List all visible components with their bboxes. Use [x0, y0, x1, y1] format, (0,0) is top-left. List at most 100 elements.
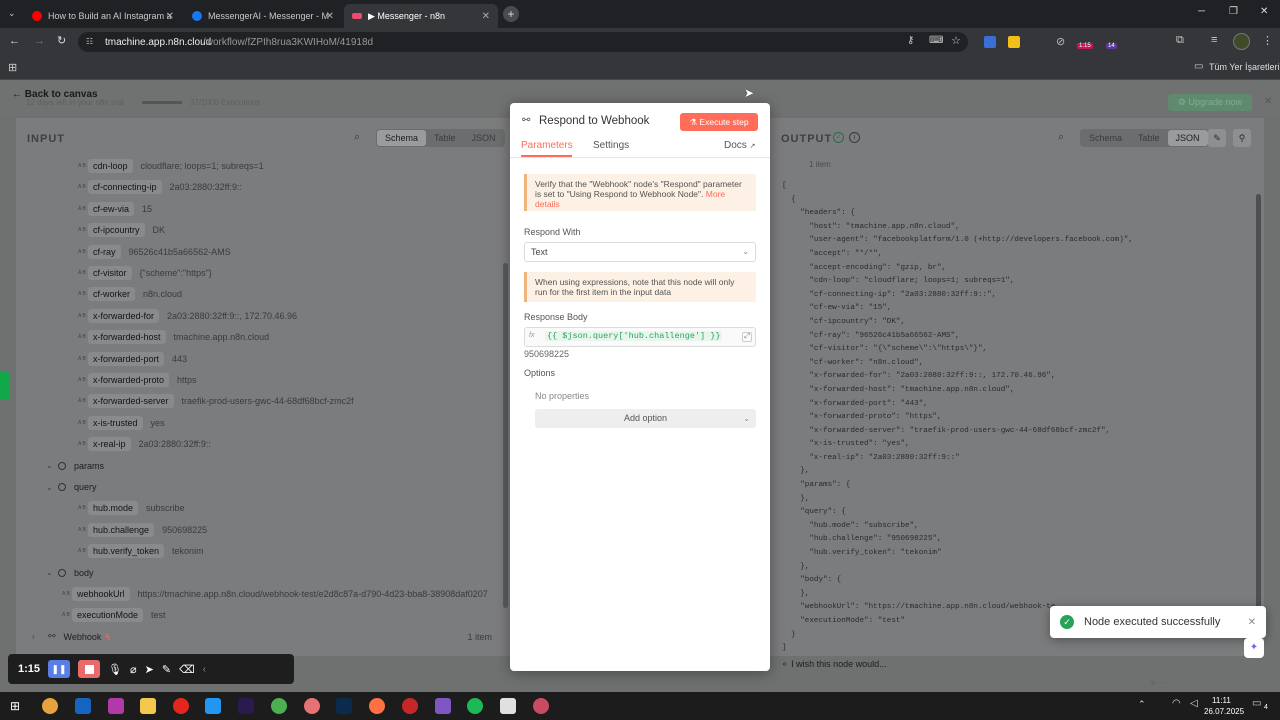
- schema-field-row[interactable]: A Bcf-ew-via 15: [78, 199, 152, 219]
- schema-field-row[interactable]: A Bcf-ray 96526c41b5a66562-AMS: [78, 242, 231, 262]
- schema-object-row-body[interactable]: ⌄ body: [46, 563, 94, 583]
- tab-table[interactable]: Table: [1130, 130, 1168, 146]
- field-key[interactable]: hub.mode: [88, 501, 139, 516]
- side-tab-icon[interactable]: [0, 372, 10, 400]
- response-body-input[interactable]: fx {{ $json.query['hub.challenge'] }} ⤢: [524, 327, 756, 347]
- reading-list-icon[interactable]: ≡: [1211, 34, 1217, 46]
- apps-grid-icon[interactable]: ⊞: [8, 61, 17, 74]
- chevron-right-icon[interactable]: ›: [32, 632, 44, 641]
- clear-execution-link[interactable]: ⊘ ⋯: [1150, 679, 1165, 687]
- tab-schema[interactable]: Schema: [1081, 130, 1130, 146]
- stop-button[interactable]: [78, 660, 101, 678]
- info-icon[interactable]: i: [849, 132, 860, 143]
- field-key[interactable]: x-is-trusted: [88, 415, 143, 430]
- chrome-active-icon[interactable]: [533, 698, 549, 714]
- star-icon[interactable]: ☆: [951, 34, 961, 47]
- opera-gx-icon[interactable]: [402, 698, 418, 714]
- close-icon[interactable]: ✕: [482, 11, 490, 22]
- feedback-link[interactable]: ⚬ I wish this node would...: [781, 659, 887, 670]
- field-key[interactable]: x-forwarded-port: [88, 351, 165, 366]
- clock-time[interactable]: 11:11: [1212, 696, 1231, 705]
- edit-pencil-icon[interactable]: ✎: [1208, 129, 1226, 147]
- field-key[interactable]: x-forwarded-proto: [88, 373, 170, 387]
- forward-arrow-icon[interactable]: →: [34, 35, 45, 47]
- file-explorer-icon[interactable]: [140, 698, 156, 714]
- tab-json[interactable]: JSON: [464, 130, 504, 146]
- close-window-button[interactable]: ✕: [1260, 6, 1268, 17]
- all-bookmarks-link[interactable]: Tüm Yer İşaretleri: [1209, 62, 1280, 72]
- field-key[interactable]: x-real-ip: [88, 437, 131, 452]
- schema-field-row[interactable]: A Bx-forwarded-server traefik-prod-users-…: [78, 391, 354, 411]
- clock-date[interactable]: 26.07.2025: [1204, 707, 1244, 716]
- respond-with-select[interactable]: Text ⌄: [524, 242, 756, 262]
- tab-settings[interactable]: Settings: [593, 140, 629, 151]
- browser-tab-n8n[interactable]: ▶ Messenger - n8n ✕: [344, 4, 498, 28]
- schema-field-row[interactable]: A Bx-forwarded-proto https: [78, 370, 197, 390]
- schema-field-row[interactable]: A Bcf-worker n8n.cloud: [78, 284, 182, 304]
- extension-badge[interactable]: 1:15: [1077, 43, 1093, 49]
- field-key[interactable]: cf-ray: [88, 244, 121, 259]
- eraser-icon[interactable]: ⌫: [179, 663, 195, 676]
- opera-icon[interactable]: [173, 698, 189, 714]
- cursor-icon[interactable]: ➤: [145, 663, 154, 676]
- minimize-button[interactable]: ─: [1198, 6, 1205, 17]
- tab-parameters[interactable]: Parameters: [521, 140, 573, 151]
- search-icon[interactable]: ⌕: [354, 131, 360, 144]
- search-icon[interactable]: ⌕: [1058, 131, 1064, 144]
- volume-icon[interactable]: ◁: [1190, 698, 1198, 709]
- back-arrow-icon[interactable]: ←: [9, 35, 20, 47]
- field-key[interactable]: cdn-loop: [88, 159, 133, 173]
- restore-button[interactable]: ❐: [1229, 6, 1238, 17]
- add-option-select[interactable]: Add option ⌄: [535, 409, 756, 428]
- schema-field-row[interactable]: A Bhub.mode subscribe: [78, 498, 185, 518]
- windows-start-icon[interactable]: ⊞: [10, 699, 20, 713]
- schema-field-row[interactable]: A Bx-real-ip 2a03:2880:32ff:9::: [78, 434, 211, 454]
- app-icon[interactable]: [108, 698, 124, 714]
- profile-avatar[interactable]: [1233, 33, 1250, 50]
- field-key[interactable]: cf-ew-via: [88, 201, 135, 216]
- pause-button[interactable]: ❚❚: [48, 660, 71, 678]
- field-key[interactable]: cf-ipcountry: [88, 223, 145, 238]
- chrome-icon[interactable]: [271, 698, 287, 714]
- visual-studio-icon[interactable]: [435, 698, 451, 714]
- schema-field-row[interactable]: A Bcf-ipcountry DK: [78, 220, 165, 240]
- field-key[interactable]: hub.verify_token: [88, 544, 165, 559]
- field-key[interactable]: x-forwarded-for: [88, 308, 160, 323]
- scrollbar[interactable]: [503, 263, 508, 608]
- mic-off-icon[interactable]: 🎙: [108, 663, 122, 676]
- field-key[interactable]: webhookUrl: [72, 587, 130, 601]
- extension-badge[interactable]: 14: [1106, 43, 1117, 49]
- close-icon[interactable]: ✕: [1264, 96, 1272, 107]
- ai-assistant-icon[interactable]: ✦: [1244, 638, 1264, 658]
- expand-icon[interactable]: ⤢: [742, 332, 752, 342]
- notepad-icon[interactable]: [500, 698, 516, 714]
- field-key[interactable]: hub.challenge: [88, 522, 155, 537]
- pen-icon[interactable]: ✎: [162, 663, 171, 676]
- scrollbar[interactable]: [1256, 194, 1261, 646]
- tab-json[interactable]: JSON: [1167, 130, 1208, 146]
- extension-icon[interactable]: [1008, 36, 1020, 48]
- schema-field-row[interactable]: A Bcdn-loop cloudflare; loops=1; subreqs=…: [78, 156, 264, 176]
- tab-search-chevron-icon[interactable]: ⌄: [8, 8, 16, 19]
- notification-icon[interactable]: ▭: [1252, 698, 1261, 709]
- collapse-chevron-icon[interactable]: ‹: [203, 664, 206, 675]
- schema-field-row[interactable]: A Bhub.challenge 950698225: [78, 520, 207, 540]
- execute-step-button[interactable]: ⚗ Execute step: [680, 113, 758, 131]
- firefox-icon[interactable]: [369, 698, 385, 714]
- schema-field-row[interactable]: A Bcf-visitor {"scheme":"https"}: [78, 263, 212, 283]
- schema-field-row[interactable]: A Bcf-connecting-ip 2a03:2880:32ff:9::: [78, 177, 242, 197]
- schema-field-row[interactable]: A Bhub.verify_token tekonim: [78, 541, 204, 561]
- tab-table[interactable]: Table: [426, 130, 464, 146]
- password-key-icon[interactable]: ⚷: [907, 35, 914, 46]
- menu-dots-icon[interactable]: ⋮: [1262, 34, 1273, 47]
- schema-object-row-params[interactable]: ⌄ params: [46, 456, 104, 476]
- tab-schema[interactable]: Schema: [377, 130, 427, 146]
- schema-field-row[interactable]: A BexecutionMode test: [62, 605, 166, 625]
- photoshop-icon[interactable]: [336, 698, 352, 714]
- vscode-icon[interactable]: [205, 698, 221, 714]
- outlook-icon[interactable]: [75, 698, 91, 714]
- new-tab-button[interactable]: +: [503, 6, 519, 22]
- chevron-down-icon[interactable]: ⌄: [46, 483, 58, 492]
- schema-field-row[interactable]: A Bx-forwarded-for 2a03:2880:32ff:9::, 17…: [78, 306, 297, 326]
- chevron-down-icon[interactable]: ⌄: [46, 568, 58, 577]
